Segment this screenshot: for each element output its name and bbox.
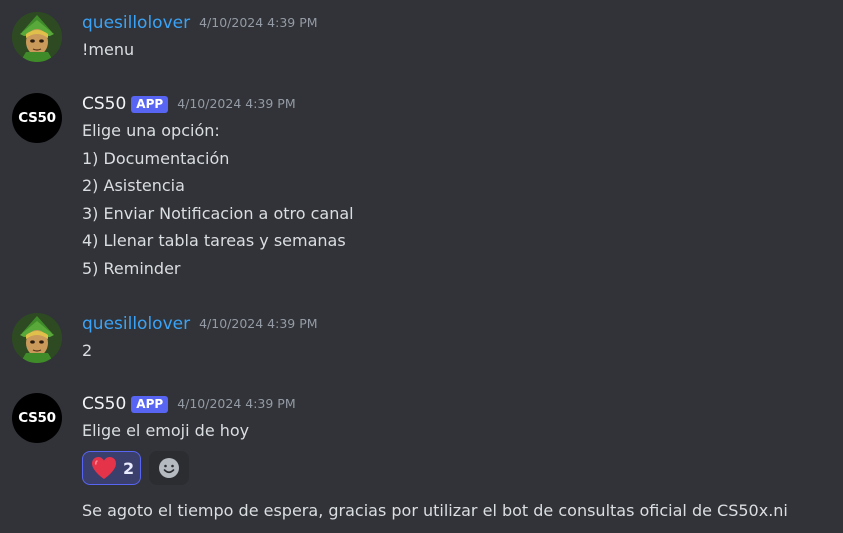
add-reaction-smiley-icon: [159, 458, 179, 478]
menu-option: 1) Documentación: [82, 149, 230, 168]
username[interactable]: CS50: [82, 93, 126, 115]
reactions-row: 2: [0, 451, 843, 485]
message-text: Elige el emoji de hoy: [82, 421, 250, 440]
username[interactable]: quesillolover: [82, 313, 190, 335]
link-avatar-icon: [12, 12, 62, 62]
menu-option: 3) Enviar Notificacion a otro canal: [82, 204, 354, 223]
message-text: Elige una opción:: [82, 121, 220, 140]
bot-avatar-text: CS50: [18, 110, 56, 126]
username[interactable]: CS50: [82, 393, 126, 415]
user-avatar[interactable]: [12, 12, 62, 62]
bot-avatar[interactable]: CS50: [12, 393, 62, 443]
bot-avatar-text: CS50: [18, 410, 56, 426]
timestamp: 4/10/2024 4:39 PM: [177, 96, 296, 111]
message-text: 2: [82, 341, 93, 360]
user-avatar[interactable]: [12, 313, 62, 363]
app-badge: APP: [131, 395, 169, 413]
link-avatar-icon: [12, 313, 62, 363]
bot-avatar[interactable]: CS50: [12, 93, 62, 143]
timestamp: 4/10/2024 4:39 PM: [177, 396, 296, 411]
add-reaction-button[interactable]: [149, 451, 189, 485]
username[interactable]: quesillolover: [82, 12, 190, 34]
reaction-count: 2: [123, 458, 135, 478]
timestamp: 4/10/2024 4:39 PM: [199, 316, 318, 331]
menu-option: 4) Llenar tabla tareas y semanas: [82, 231, 346, 250]
message-header: CS50 APP 4/10/2024 4:39 PM: [82, 93, 296, 115]
menu-option: 5) Reminder: [82, 259, 181, 278]
message-header: CS50 APP 4/10/2024 4:39 PM: [82, 393, 296, 415]
followup-text: Se agoto el tiempo de espera, gracias po…: [82, 501, 788, 520]
message-header: quesillolover 4/10/2024 4:39 PM: [82, 12, 318, 34]
timestamp: 4/10/2024 4:39 PM: [199, 15, 318, 30]
app-badge: APP: [131, 95, 169, 113]
menu-option: 2) Asistencia: [82, 176, 185, 195]
heart-icon: [92, 457, 116, 479]
reaction-heart-button[interactable]: 2: [82, 451, 141, 485]
message-text: !menu: [82, 40, 135, 59]
message-header: quesillolover 4/10/2024 4:39 PM: [82, 313, 318, 335]
